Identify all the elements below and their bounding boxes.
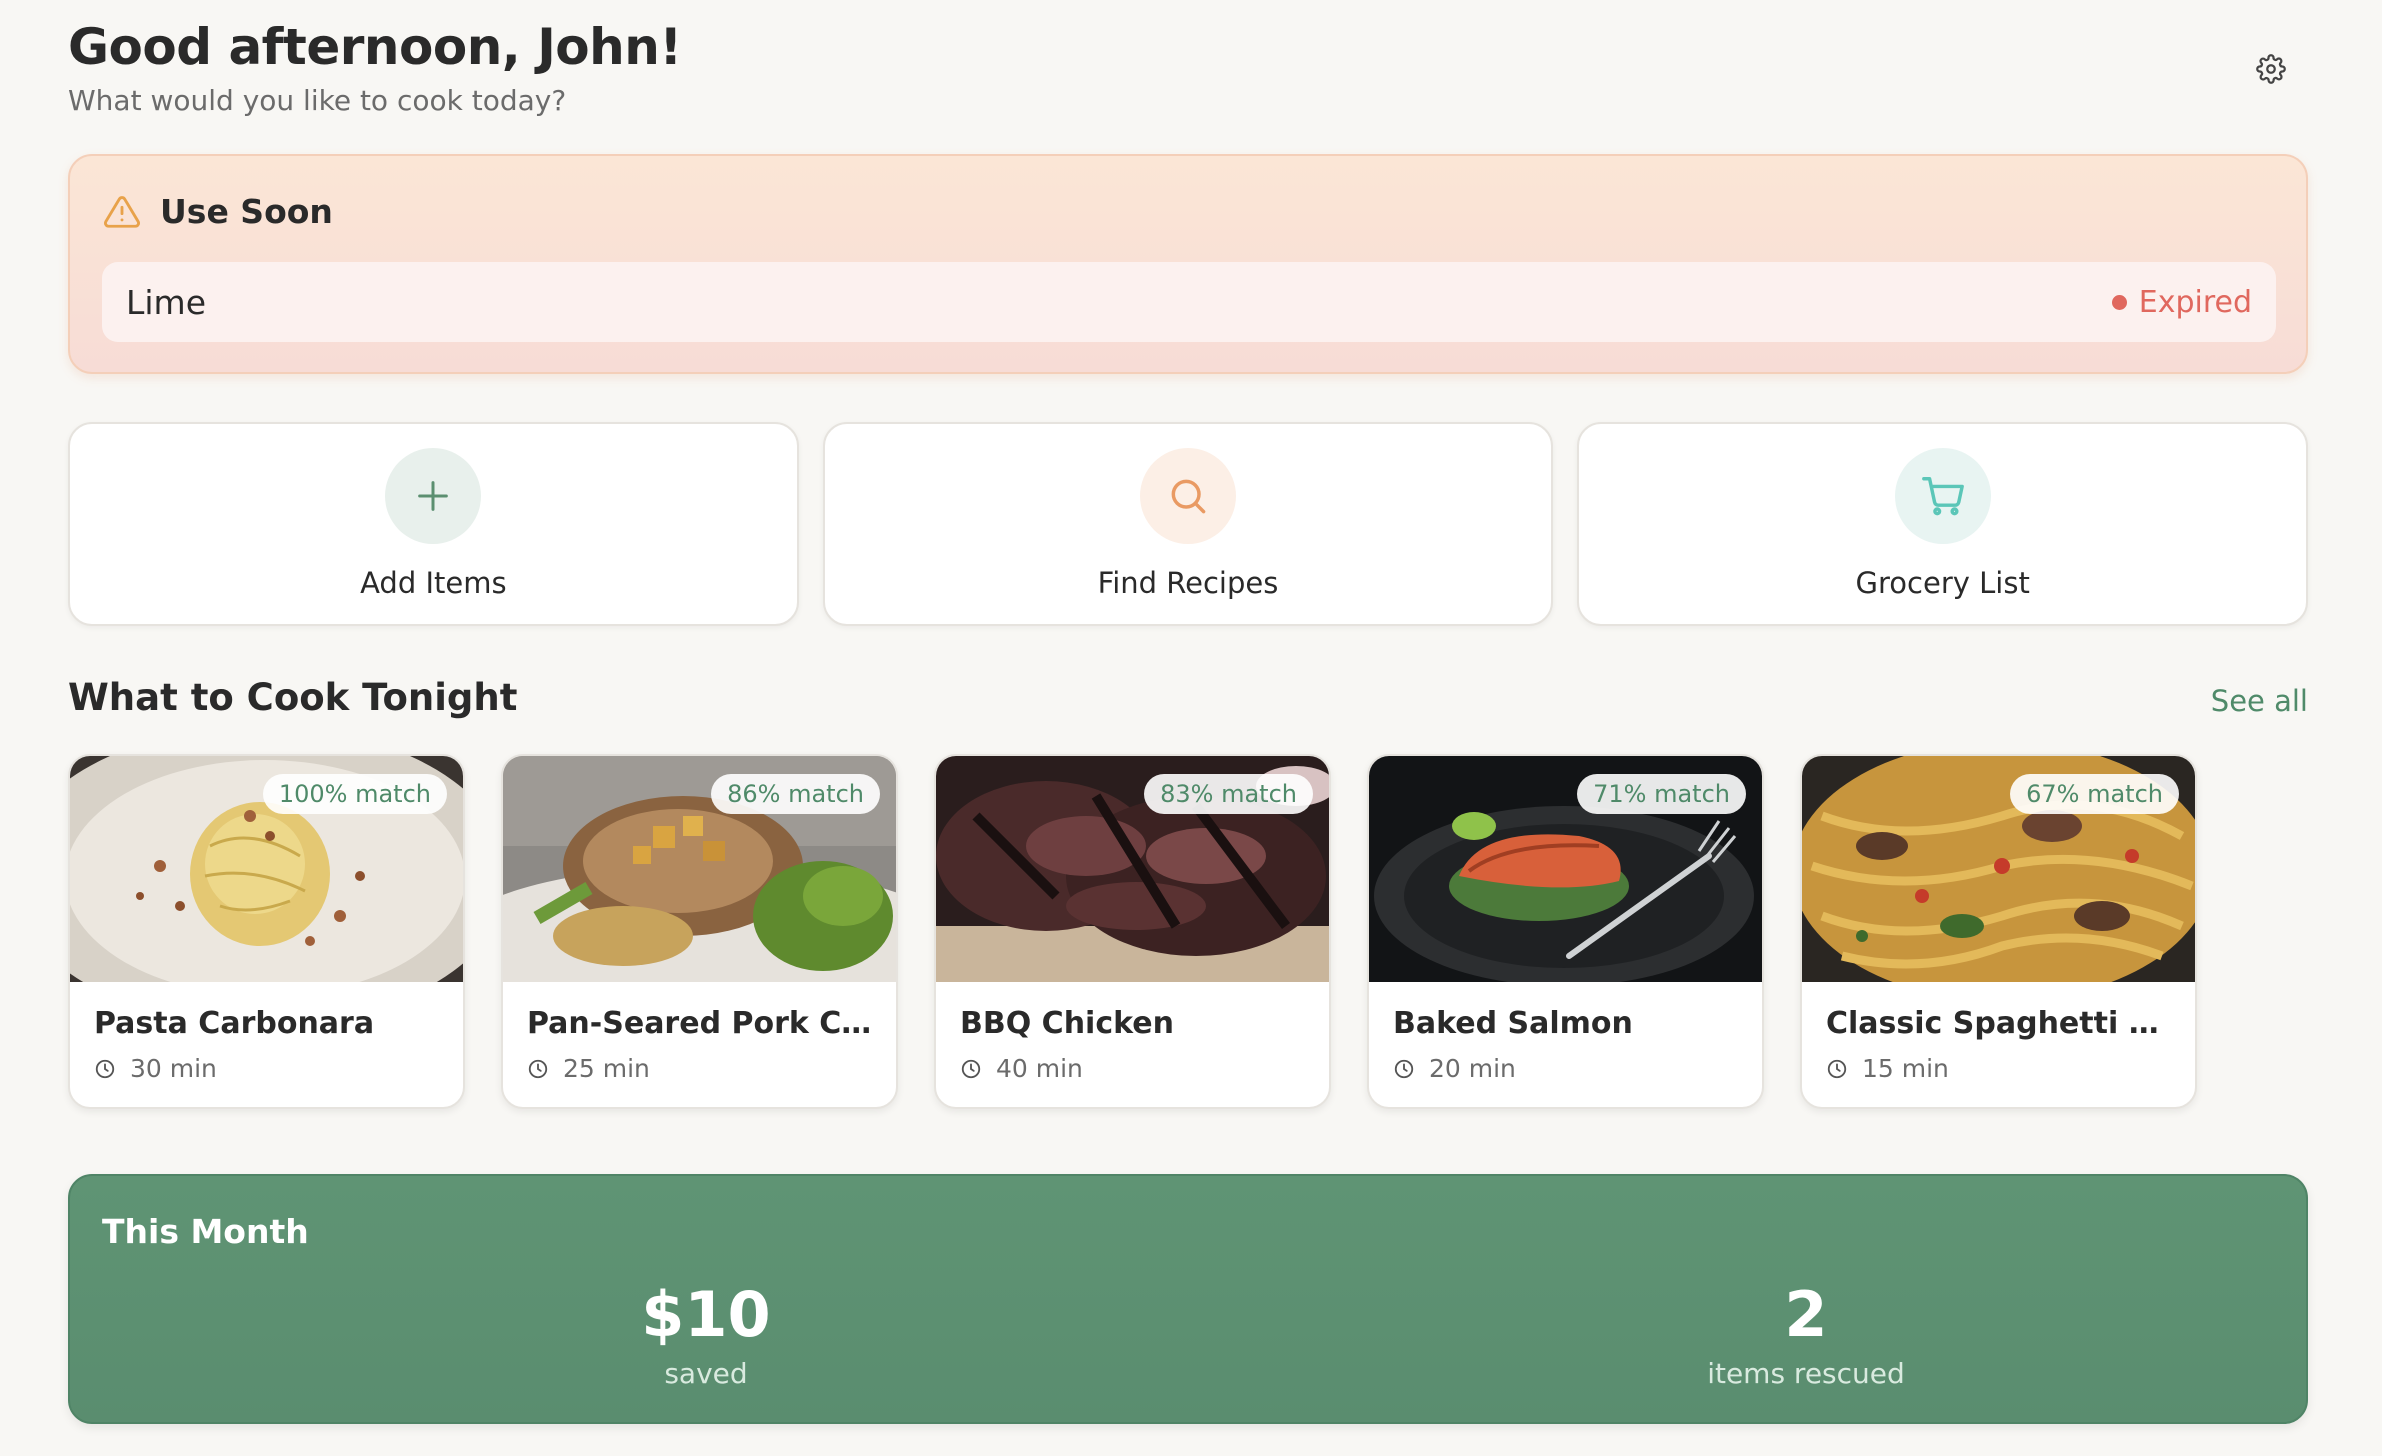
this-month-title: This Month (102, 1212, 309, 1251)
this-month-card: This Month $10 saved 2 items rescued (68, 1174, 2308, 1424)
plus-icon (418, 481, 449, 511)
recipe-image: 86% match (503, 756, 896, 982)
use-soon-item[interactable]: Lime Expired (102, 262, 2276, 342)
grocery-list-label: Grocery List (1855, 566, 2030, 600)
recipe-time-label: 20 min (1429, 1054, 1516, 1083)
grocery-list-icon-circle (1894, 448, 1991, 544)
status-badge: Expired (2111, 284, 2252, 320)
clock-icon (1394, 1059, 1414, 1078)
settings-button[interactable] (2254, 52, 2288, 86)
match-badge: 86% match (711, 774, 880, 814)
recipe-image: 67% match (1802, 756, 2195, 982)
clock-icon (961, 1059, 981, 1078)
home-screen: Good afternoon, John! What would you lik… (0, 0, 2382, 1456)
recipe-card[interactable]: 86% match Pan-Seared Pork Chops 25 min (501, 754, 898, 1109)
recipe-time: 40 min (960, 1054, 1083, 1083)
recipe-name: Baked Salmon (1393, 1006, 1633, 1041)
saved-stat: $10 saved (506, 1278, 906, 1390)
recipe-time-label: 25 min (563, 1054, 650, 1083)
recipe-time: 25 min (527, 1054, 650, 1083)
saved-value: $10 (641, 1278, 771, 1351)
quick-actions: Add Items Find Recipes Grocery List (68, 422, 2309, 626)
recipe-card[interactable]: 71% match Baked Salmon 20 min (1367, 754, 1764, 1109)
recipe-time: 20 min (1393, 1054, 1516, 1083)
search-icon (1171, 479, 1206, 514)
greeting-title: Good afternoon, John! (68, 18, 682, 76)
grocery-list-button[interactable]: Grocery List (1577, 422, 2309, 626)
status-dot-icon (2111, 294, 2127, 310)
find-recipes-icon-circle (1140, 448, 1236, 544)
use-soon-header: Use Soon (102, 192, 333, 231)
recipe-time-label: 15 min (1862, 1054, 1949, 1083)
clock-icon (528, 1059, 548, 1078)
see-all-link[interactable]: See all (2211, 684, 2308, 718)
gear-icon (2256, 54, 2286, 84)
rescued-value: 2 (1784, 1278, 1828, 1351)
recipe-list: 100% match Pasta Carbonara 30 min 86% ma… (68, 754, 2197, 1109)
add-items-label: Add Items (360, 566, 507, 600)
recipe-time-label: 30 min (130, 1054, 217, 1083)
recipe-name: Classic Spaghetti Aglio… (1826, 1006, 2176, 1041)
match-badge: 100% match (262, 774, 447, 814)
clock-icon (95, 1059, 115, 1078)
match-badge: 71% match (1577, 774, 1746, 814)
recipe-name: Pasta Carbonara (94, 1006, 375, 1041)
find-recipes-button[interactable]: Find Recipes (822, 422, 1554, 626)
match-badge: 67% match (2010, 774, 2179, 814)
use-soon-card: Use Soon Lime Expired (68, 154, 2308, 374)
recipe-card[interactable]: 100% match Pasta Carbonara 30 min (68, 754, 465, 1109)
rescued-stat: 2 items rescued (1606, 1278, 2006, 1390)
recipe-image: 83% match (936, 756, 1329, 982)
recipe-image: 100% match (70, 756, 463, 982)
use-soon-title: Use Soon (160, 192, 333, 231)
clock-icon (1827, 1059, 1847, 1078)
greeting-subtitle: What would you like to cook today? (68, 84, 567, 117)
recipe-time: 15 min (1826, 1054, 1949, 1083)
find-recipes-label: Find Recipes (1097, 566, 1279, 600)
warning-icon (104, 195, 140, 228)
add-items-button[interactable]: Add Items (68, 422, 799, 626)
add-items-icon-circle (385, 448, 482, 544)
recipe-name: Pan-Seared Pork Chops (527, 1006, 877, 1041)
status-label: Expired (2138, 284, 2252, 320)
recipe-name: BBQ Chicken (960, 1006, 1174, 1041)
saved-label: saved (664, 1357, 748, 1390)
match-badge: 83% match (1144, 774, 1313, 814)
recipe-card[interactable]: 67% match Classic Spaghetti Aglio… 15 mi… (1800, 754, 2197, 1109)
recipe-time: 30 min (94, 1054, 217, 1083)
use-soon-item-name: Lime (126, 282, 207, 322)
rescued-label: items rescued (1707, 1357, 1905, 1390)
recipe-time-label: 40 min (996, 1054, 1083, 1083)
section-title: What to Cook Tonight (68, 676, 518, 719)
recipe-card[interactable]: 83% match BBQ Chicken 40 min (934, 754, 1331, 1109)
recipe-image: 71% match (1369, 756, 1762, 982)
cart-icon (1921, 477, 1964, 516)
